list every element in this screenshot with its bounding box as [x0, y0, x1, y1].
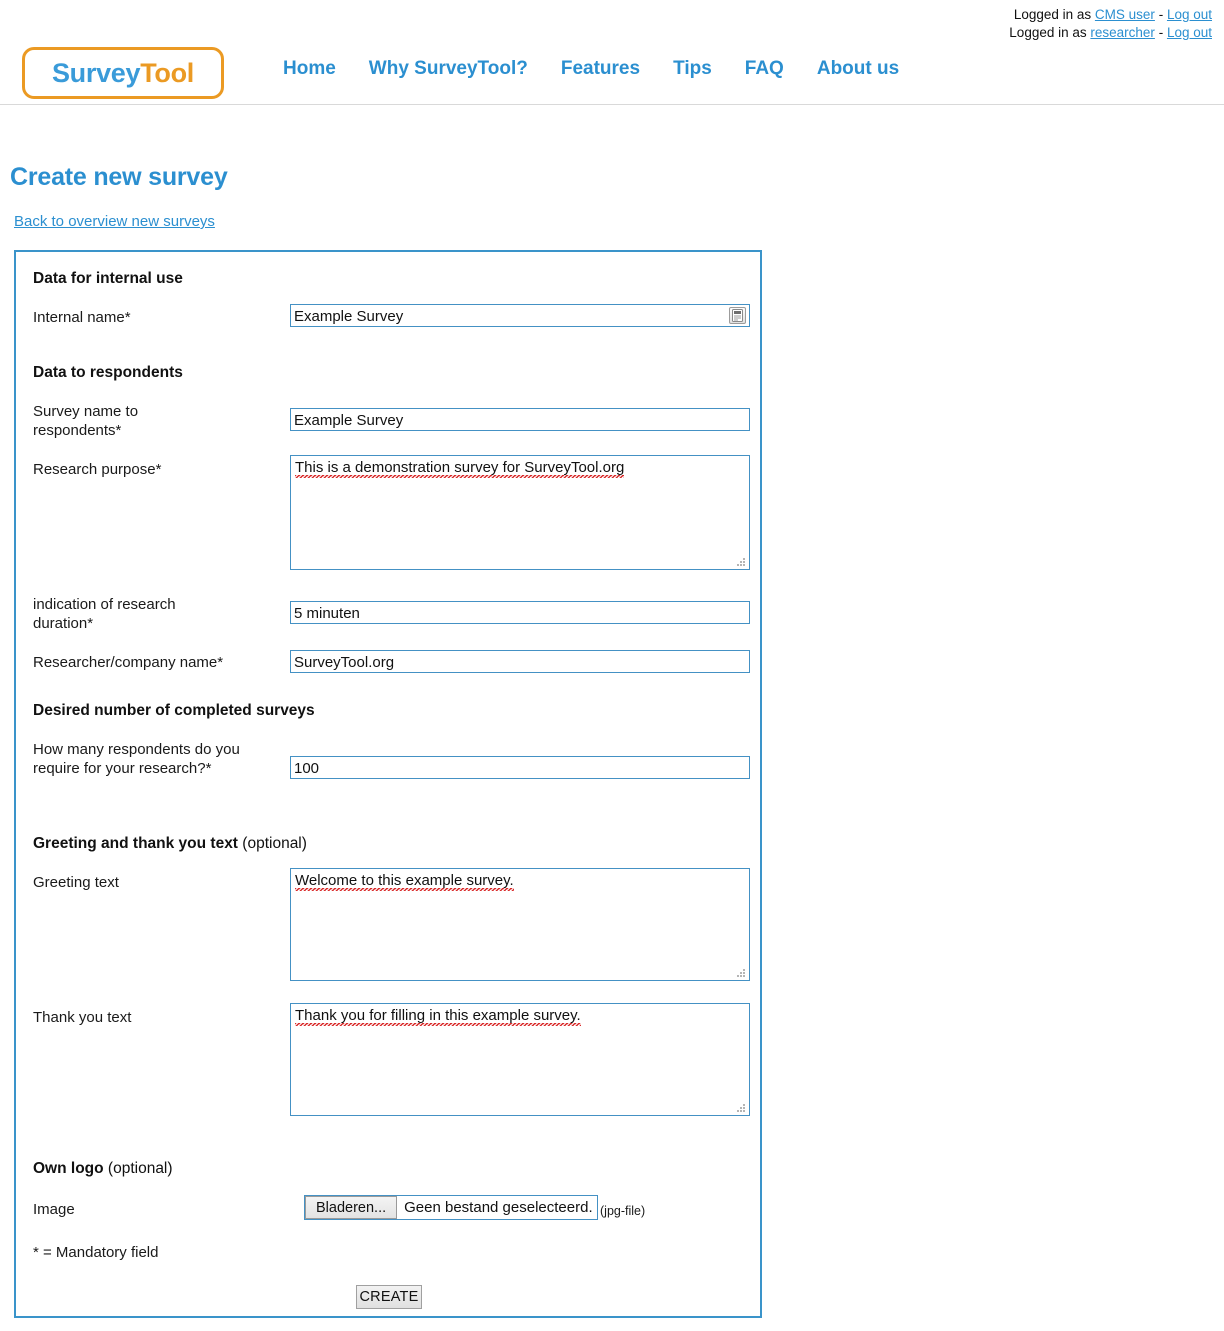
- account-status-bar: Logged in as CMS user - Log out Logged i…: [1009, 6, 1212, 42]
- nav-item-faq[interactable]: FAQ: [745, 58, 784, 80]
- respondent-count-input[interactable]: 100: [290, 756, 750, 779]
- form-autofill-icon[interactable]: [729, 307, 746, 324]
- label-survey-name: Survey name to respondents*: [33, 403, 139, 439]
- back-to-overview-link[interactable]: Back to overview new surveys: [14, 213, 215, 230]
- greeting-text-value: Welcome to this example survey.: [295, 872, 514, 891]
- separator: -: [1158, 25, 1164, 40]
- thankyou-text-textarea[interactable]: Thank you for filling in this example su…: [290, 1003, 750, 1116]
- label-research-purpose: Research purpose*: [33, 461, 162, 478]
- research-duration-input[interactable]: 5 minuten: [290, 601, 750, 624]
- main-navigation: Home Why SurveyTool? Features Tips FAQ A…: [283, 58, 899, 80]
- greeting-text-textarea[interactable]: Welcome to this example survey.: [290, 868, 750, 981]
- section-heading-greeting-text: Greeting and thank you text: [33, 835, 238, 852]
- logo-text: SurveyTool: [52, 58, 194, 89]
- page-title: Create new survey: [10, 162, 228, 191]
- label-internal-name: Internal name*: [33, 309, 131, 326]
- separator: -: [1158, 7, 1164, 22]
- internal-name-value: Example Survey: [294, 308, 404, 325]
- selected-file-name: Geen bestand geselecteerd.: [404, 1199, 593, 1216]
- create-button[interactable]: CREATE: [356, 1285, 422, 1309]
- internal-name-input[interactable]: Example Survey: [290, 304, 750, 327]
- resize-grip-icon[interactable]: [735, 555, 747, 567]
- header-divider: [0, 104, 1224, 105]
- section-heading-greeting-optional: (optional): [242, 835, 307, 852]
- account-row-cms: Logged in as CMS user - Log out: [1009, 6, 1212, 24]
- browse-button[interactable]: Bladeren...: [305, 1196, 398, 1219]
- logout-link-cms[interactable]: Log out: [1167, 7, 1212, 22]
- researcher-user-link[interactable]: researcher: [1090, 25, 1155, 40]
- nav-item-features[interactable]: Features: [561, 58, 640, 80]
- nav-item-about-us[interactable]: About us: [817, 58, 899, 80]
- create-survey-form: Data for internal use Internal name* Exa…: [14, 250, 762, 1318]
- nav-item-tips[interactable]: Tips: [673, 58, 712, 80]
- section-heading-logo-text: Own logo: [33, 1160, 104, 1177]
- respondent-count-value: 100: [294, 760, 320, 777]
- section-heading-respondents: Data to respondents: [33, 364, 183, 381]
- label-thankyou-text: Thank you text: [33, 1009, 132, 1026]
- site-logo[interactable]: SurveyTool: [22, 47, 224, 99]
- mandatory-field-note: * = Mandatory field: [33, 1244, 159, 1261]
- section-heading-logo: Own logo (optional): [33, 1160, 173, 1178]
- survey-name-value: Example Survey: [294, 412, 404, 429]
- label-greeting-text: Greeting text: [33, 874, 119, 891]
- section-heading-desired: Desired number of completed surveys: [33, 702, 315, 719]
- account-row-researcher: Logged in as researcher - Log out: [1009, 24, 1212, 42]
- label-image: Image: [33, 1201, 75, 1218]
- image-file-hint: (jpg-file): [600, 1204, 646, 1218]
- logged-in-prefix: Logged in as: [1013, 7, 1092, 22]
- research-purpose-textarea[interactable]: This is a demonstration survey for Surve…: [290, 455, 750, 570]
- researcher-company-input[interactable]: SurveyTool.org: [290, 650, 750, 673]
- survey-name-input[interactable]: Example Survey: [290, 408, 750, 431]
- label-research-duration: indication of research duration*: [33, 596, 176, 632]
- research-purpose-value: This is a demonstration survey for Surve…: [295, 459, 625, 478]
- cms-user-link[interactable]: CMS user: [1095, 7, 1155, 22]
- researcher-company-value: SurveyTool.org: [294, 654, 395, 671]
- logo-text-survey: Survey: [51, 57, 141, 88]
- section-heading-greeting: Greeting and thank you text (optional): [33, 835, 307, 853]
- label-respondent-count: How many respondents do you require for …: [33, 741, 240, 777]
- thankyou-text-value: Thank you for filling in this example su…: [295, 1007, 581, 1026]
- logged-in-prefix: Logged in as: [1009, 25, 1087, 40]
- nav-item-home[interactable]: Home: [283, 58, 336, 80]
- section-heading-logo-optional: (optional): [107, 1160, 173, 1177]
- image-file-input[interactable]: Bladeren... Geen bestand geselecteerd.: [304, 1195, 598, 1220]
- logout-link-researcher[interactable]: Log out: [1167, 25, 1212, 40]
- resize-grip-icon[interactable]: [735, 966, 747, 978]
- research-duration-value: 5 minuten: [294, 605, 360, 622]
- section-heading-internal: Data for internal use: [33, 270, 183, 287]
- logo-text-tool: Tool: [140, 57, 195, 88]
- site-header: SurveyTool Home Why SurveyTool? Features…: [0, 42, 1224, 104]
- resize-grip-icon[interactable]: [735, 1101, 747, 1113]
- label-researcher-company: Researcher/company name*: [33, 654, 224, 671]
- nav-item-why-surveytool[interactable]: Why SurveyTool?: [369, 58, 528, 80]
